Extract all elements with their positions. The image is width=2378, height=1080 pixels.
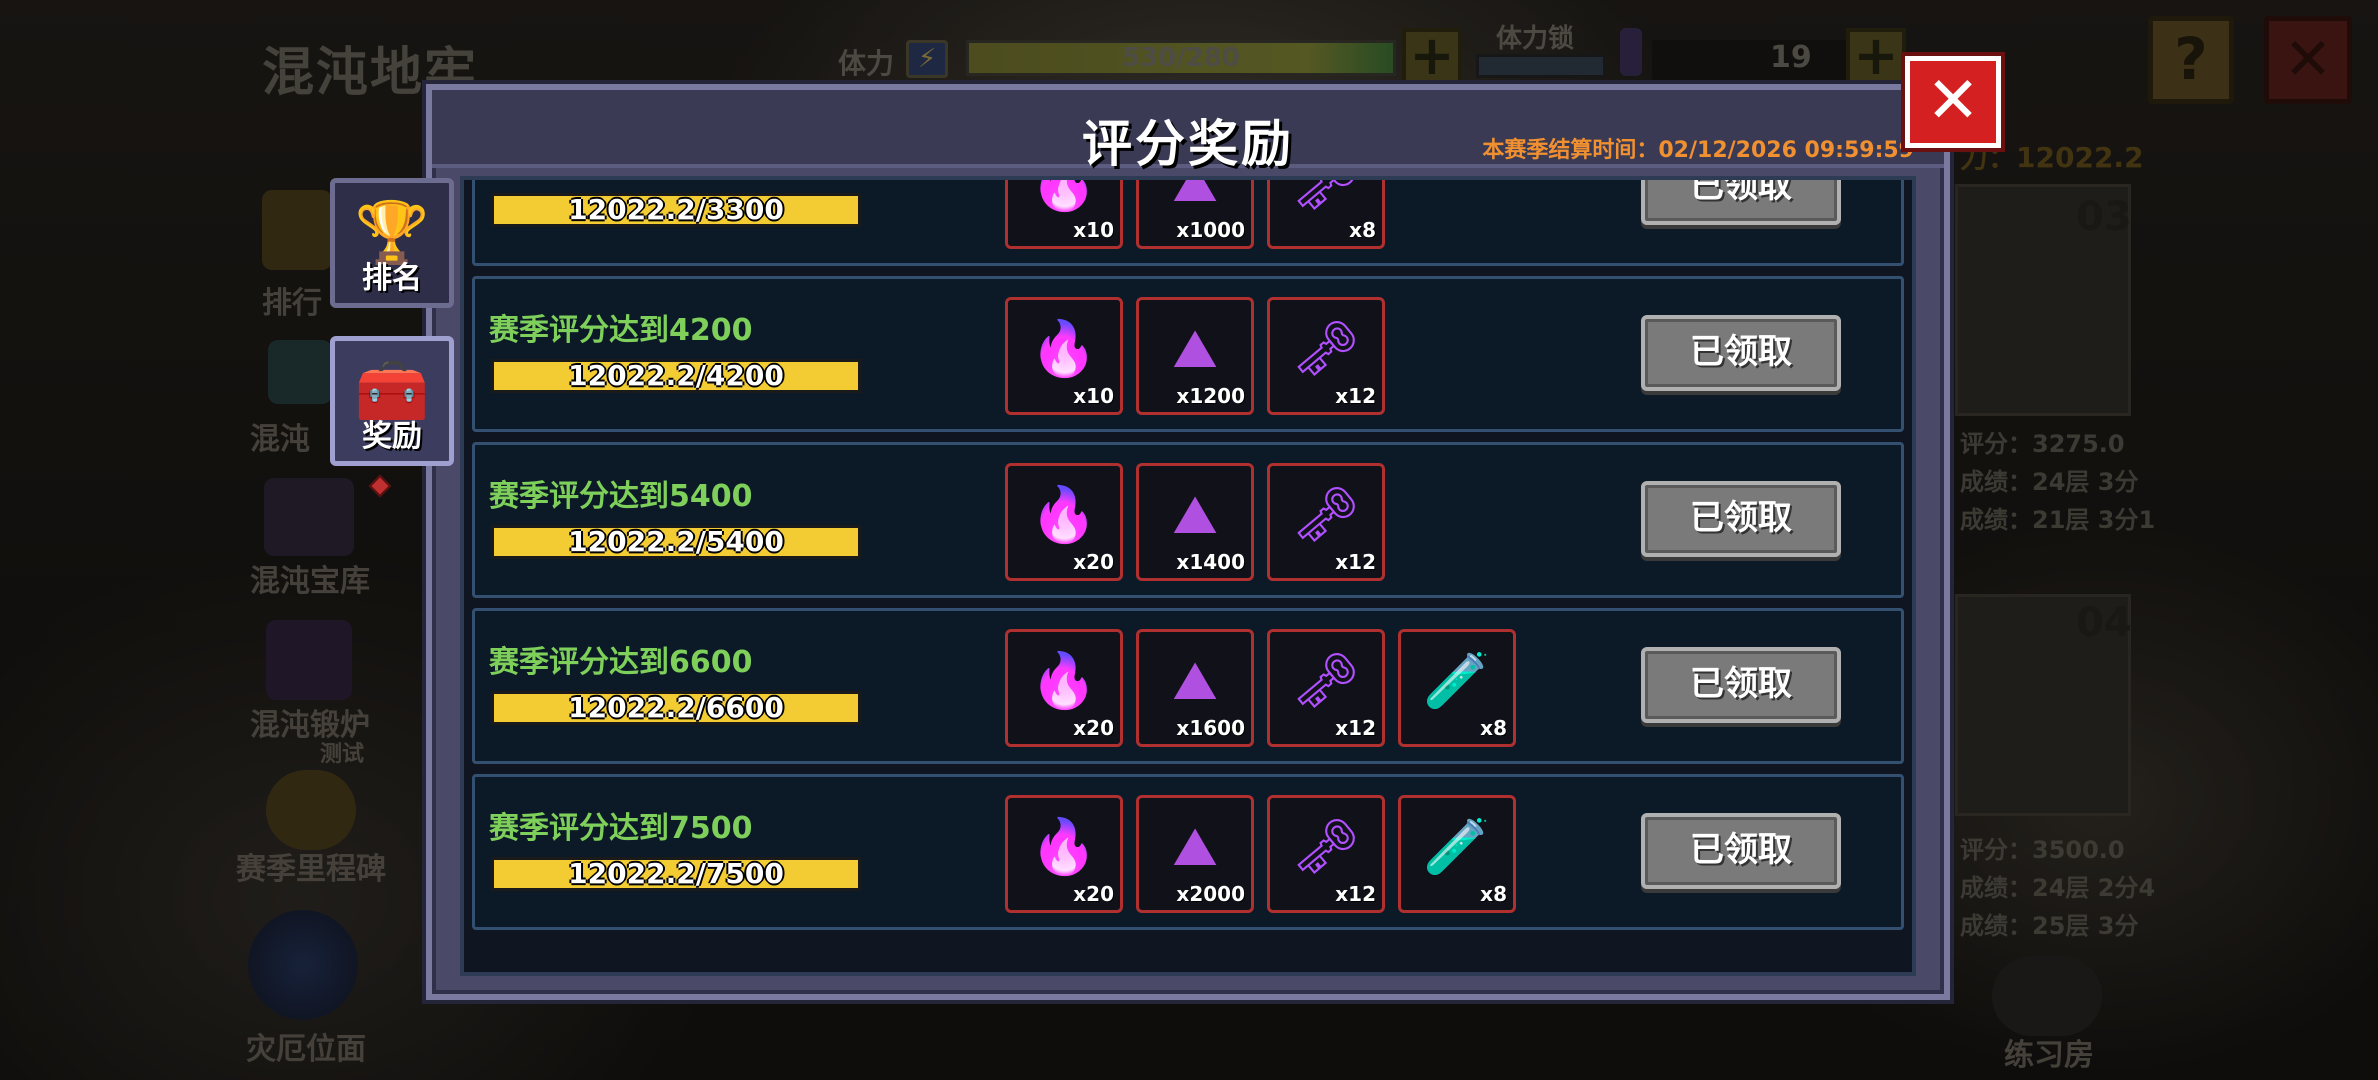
close-modal-button[interactable]: ✕ [1905, 56, 2001, 148]
reward-row: 赛季评分达到6600 12022.2/6600 🔥 x20 ⛰ x1600 🗝 x1… [472, 608, 1904, 764]
reward-item[interactable]: 🗝 x8 [1267, 176, 1385, 249]
tab-ranking[interactable]: 🏆 排名 [330, 178, 454, 308]
reward-quantity: x2000 [1176, 882, 1245, 906]
purple-key-icon: 🗝 [1291, 649, 1361, 713]
reward-row: 赛季评分达到3300 12022.2/3300 🔥 x10⛰ x1000🗝 x8… [472, 176, 1904, 266]
reward-quantity: x1000 [1176, 218, 1245, 242]
score-progress-bar: 12022.2/5400 [491, 525, 861, 559]
claimed-button[interactable]: 已领取 [1641, 315, 1841, 391]
progress-text: 12022.2/6600 [568, 691, 784, 724]
torch-potion-icon: 🧪 [1423, 815, 1491, 879]
reward-quantity: x8 [1349, 218, 1376, 242]
reward-quantity: x12 [1335, 716, 1376, 740]
tab-label: 排名 [362, 261, 422, 296]
reward-items: 🔥 x20 ⛰ x1400 🗝 x12 [1005, 463, 1385, 583]
purple-dust-icon: ⛰ [1172, 483, 1218, 547]
claimed-button[interactable]: 已领取 [1641, 813, 1841, 889]
reward-quantity: x20 [1073, 550, 1114, 574]
reward-list[interactable]: 赛季评分达到3300 12022.2/3300 🔥 x10⛰ x1000🗝 x8… [460, 176, 1916, 976]
reward-item[interactable]: 🧪 x8 [1398, 795, 1516, 913]
claimed-button[interactable]: 已领取 [1641, 180, 1841, 225]
purple-dust-icon: ⛰ [1172, 649, 1218, 713]
purple-key-icon: 🗝 [1291, 176, 1361, 215]
season-end-time: 本赛季结算时间：02/12/2026 09:59:59 [1482, 138, 1914, 163]
purple-flame-icon: 🔥 [1030, 176, 1098, 215]
reward-quantity: x1600 [1176, 716, 1245, 740]
reward-item[interactable]: 🔥 x20 [1005, 629, 1123, 747]
reward-quantity: x12 [1335, 384, 1376, 408]
reward-item[interactable]: 🔥 x10 [1005, 297, 1123, 415]
reward-item[interactable]: 🗝 x12 [1267, 795, 1385, 913]
reward-item[interactable]: 🗝 x12 [1267, 297, 1385, 415]
reward-item[interactable]: 🔥 x20 [1005, 795, 1123, 913]
reward-item[interactable]: 🔥 x10 [1005, 176, 1123, 249]
reward-item[interactable]: 🗝 x12 [1267, 629, 1385, 747]
reward-quantity: x20 [1073, 882, 1114, 906]
purple-dust-icon: ⛰ [1172, 317, 1218, 381]
score-progress-bar: 12022.2/6600 [491, 691, 861, 725]
rating-reward-modal: 评分奖励 本赛季结算时间：02/12/2026 09:59:59 赛季评分达到3… [426, 84, 1950, 1000]
claimed-button[interactable]: 已领取 [1641, 647, 1841, 723]
reward-item[interactable]: ⛰ x1000 [1136, 176, 1254, 249]
reward-threshold-label: 赛季评分达到5400 [489, 479, 753, 514]
reward-quantity: x10 [1073, 218, 1114, 242]
purple-flame-icon: 🔥 [1030, 649, 1098, 713]
reward-items: 🔥 x10 ⛰ x1200 🗝 x12 [1005, 297, 1385, 417]
progress-text: 12022.2/3300 [568, 193, 784, 226]
reward-row: 赛季评分达到4200 12022.2/4200 🔥 x10 ⛰ x1200 🗝 x1… [472, 276, 1904, 432]
progress-text: 12022.2/7500 [568, 857, 784, 890]
reward-item[interactable]: ⛰ x1400 [1136, 463, 1254, 581]
purple-flame-icon: 🔥 [1030, 815, 1098, 879]
reward-items: 🔥 x20 ⛰ x1600 🗝 x12 🧪 x8 [1005, 629, 1516, 749]
claimed-button[interactable]: 已领取 [1641, 481, 1841, 557]
score-progress-bar: 12022.2/7500 [491, 857, 861, 891]
reward-items: 🔥 x10 ⛰ x1000 🗝 x8 [1005, 176, 1385, 251]
purple-key-icon: 🗝 [1291, 815, 1361, 879]
reward-threshold-label: 赛季评分达到7500 [489, 811, 753, 846]
reward-threshold-label: 赛季评分达到6600 [489, 645, 753, 680]
reward-threshold-label: 赛季评分达到4200 [489, 313, 753, 348]
torch-potion-icon: 🧪 [1423, 649, 1491, 713]
reward-threshold-label: 赛季评分达到3300 [489, 180, 753, 183]
purple-flame-icon: 🔥 [1030, 317, 1098, 381]
reward-quantity: x1200 [1176, 384, 1245, 408]
reward-quantity: x12 [1335, 882, 1376, 906]
reward-quantity: x1400 [1176, 550, 1245, 574]
reward-quantity: x10 [1073, 384, 1114, 408]
modal-header: 评分奖励 本赛季结算时间：02/12/2026 09:59:59 [432, 90, 1944, 173]
reward-item[interactable]: 🧪 x8 [1398, 629, 1516, 747]
progress-text: 12022.2/4200 [568, 359, 784, 392]
reward-quantity: x8 [1480, 716, 1507, 740]
purple-key-icon: 🗝 [1291, 483, 1361, 547]
purple-dust-icon: ⛰ [1172, 815, 1218, 879]
tab-rewards[interactable]: 🧰 奖励 [330, 336, 454, 466]
reward-quantity: x12 [1335, 550, 1376, 574]
score-progress-bar: 12022.2/4200 [491, 359, 861, 393]
tab-label: 奖励 [362, 419, 422, 454]
reward-quantity: x8 [1480, 882, 1507, 906]
reward-items: 🔥 x20 ⛰ x2000 🗝 x12 🧪 x8 [1005, 795, 1516, 915]
purple-dust-icon: ⛰ [1172, 176, 1218, 215]
reward-row: 赛季评分达到5400 12022.2/5400 🔥 x20 ⛰ x1400 🗝 x1… [472, 442, 1904, 598]
score-progress-bar: 12022.2/3300 [491, 193, 861, 227]
progress-text: 12022.2/5400 [568, 525, 784, 558]
reward-quantity: x20 [1073, 716, 1114, 740]
purple-key-icon: 🗝 [1291, 317, 1361, 381]
purple-flame-icon: 🔥 [1030, 483, 1098, 547]
reward-item[interactable]: ⛰ x1600 [1136, 629, 1254, 747]
reward-item[interactable]: 🔥 x20 [1005, 463, 1123, 581]
reward-item[interactable]: ⛰ x1200 [1136, 297, 1254, 415]
reward-row: 赛季评分达到7500 12022.2/7500 🔥 x20 ⛰ x2000 🗝 x1… [472, 774, 1904, 930]
reward-item[interactable]: 🗝 x12 [1267, 463, 1385, 581]
reward-item[interactable]: ⛰ x2000 [1136, 795, 1254, 913]
